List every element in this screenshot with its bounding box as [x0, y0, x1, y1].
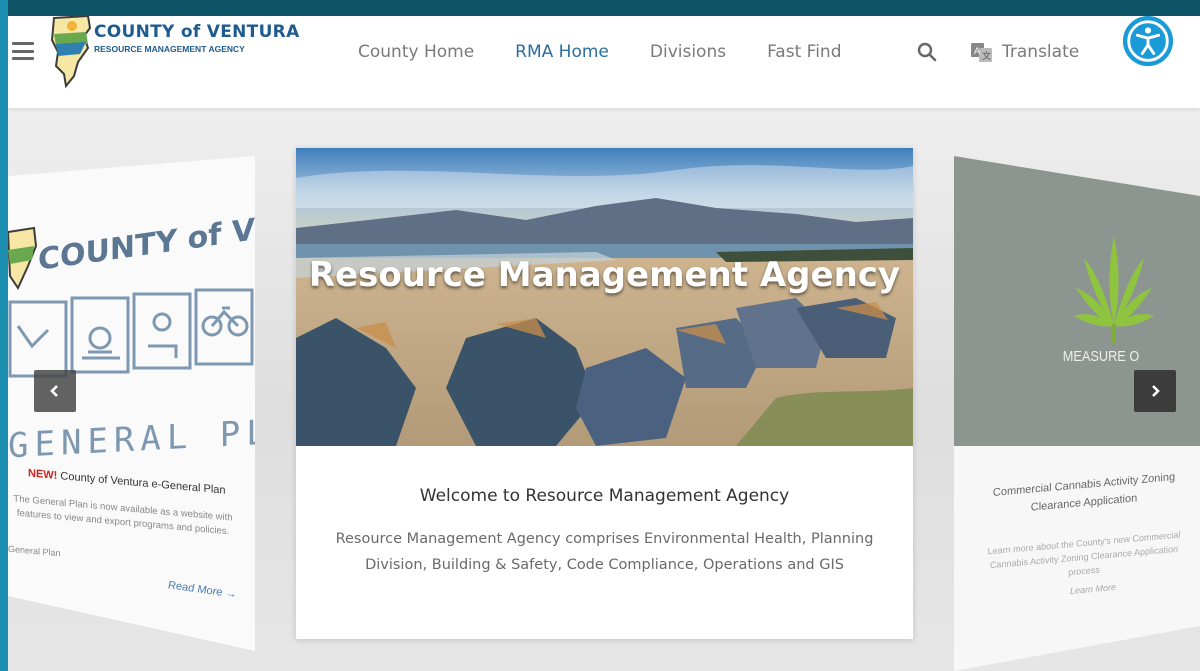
- new-badge: NEW!: [28, 467, 58, 482]
- cannabis-description: Learn more about the County's new Commer…: [987, 529, 1181, 578]
- site-header: COUNTY of VENTURA RESOURCE MANAGEMENT AG…: [8, 16, 1200, 108]
- logo-title: COUNTY of VENTURA: [94, 22, 300, 42]
- translate-label: Translate: [1002, 42, 1080, 62]
- main-nav: County Home RMA Home Divisions Fast Find: [358, 42, 883, 62]
- hero-title: Resource Management Agency: [308, 255, 901, 295]
- chevron-right-icon: [1152, 385, 1160, 397]
- general-plan-banner: GENERAL PLAN: [8, 409, 255, 467]
- general-plan-headline-text: County of Ventura e-General Plan: [60, 470, 226, 497]
- carousel-prev-button[interactable]: [34, 370, 76, 412]
- general-plan-tag: General Plan: [8, 543, 61, 559]
- nav-divisions[interactable]: Divisions: [650, 42, 726, 62]
- nav-fast-find[interactable]: Fast Find: [767, 42, 841, 62]
- svg-text:A: A: [974, 47, 981, 57]
- general-plan-logo-text: COUNTY of VENTURA: [38, 193, 255, 278]
- carousel-slide-measure-o[interactable]: MEASURE O Commercial Cannabis Activity Z…: [954, 156, 1200, 671]
- general-plan-read-more-link[interactable]: Read More →: [168, 579, 236, 601]
- left-edge-strip: [0, 0, 8, 671]
- general-plan-headline: NEW! County of Ventura e-General Plan: [28, 467, 226, 496]
- welcome-heading: Welcome to Resource Management Agency: [419, 486, 790, 506]
- logo-subtitle: RESOURCE MANAGEMENT AGENCY: [94, 44, 245, 54]
- search-icon[interactable]: [917, 42, 937, 62]
- welcome-description: Resource Management Agency comprises Env…: [335, 531, 874, 573]
- translate-button[interactable]: A 文 Translate: [970, 40, 1079, 64]
- measure-o-label: MEASURE O: [1062, 348, 1140, 365]
- svg-text:文: 文: [982, 50, 991, 62]
- general-plan-description: The General Plan is now available as a w…: [13, 493, 233, 538]
- chevron-left-icon: [50, 385, 58, 397]
- accessibility-icon[interactable]: [1120, 16, 1176, 70]
- hamburger-menu-icon[interactable]: [12, 42, 34, 60]
- county-map-logo-icon: [50, 16, 92, 89]
- nav-rma-home[interactable]: RMA Home: [515, 42, 609, 62]
- carousel-slide-rma[interactable]: Resource Management Agency Welcome to Re…: [296, 148, 913, 639]
- cannabis-title: Commercial Cannabis Activity Zoning Clea…: [992, 471, 1176, 514]
- top-band: [0, 0, 1200, 16]
- beach-hero-image: [296, 148, 913, 446]
- page-frame: COUNTY of VENTURA RESOURCE MANAGEMENT AG…: [8, 16, 1200, 671]
- translate-icon: A 文: [971, 43, 992, 62]
- carousel-next-button[interactable]: [1134, 370, 1176, 412]
- cannabis-leaf-icon: [1074, 236, 1154, 344]
- county-logo[interactable]: COUNTY of VENTURA RESOURCE MANAGEMENT AG…: [50, 16, 299, 96]
- nav-county-home[interactable]: County Home: [358, 42, 474, 62]
- cannabis-learn-more-link[interactable]: Learn More: [1070, 582, 1116, 596]
